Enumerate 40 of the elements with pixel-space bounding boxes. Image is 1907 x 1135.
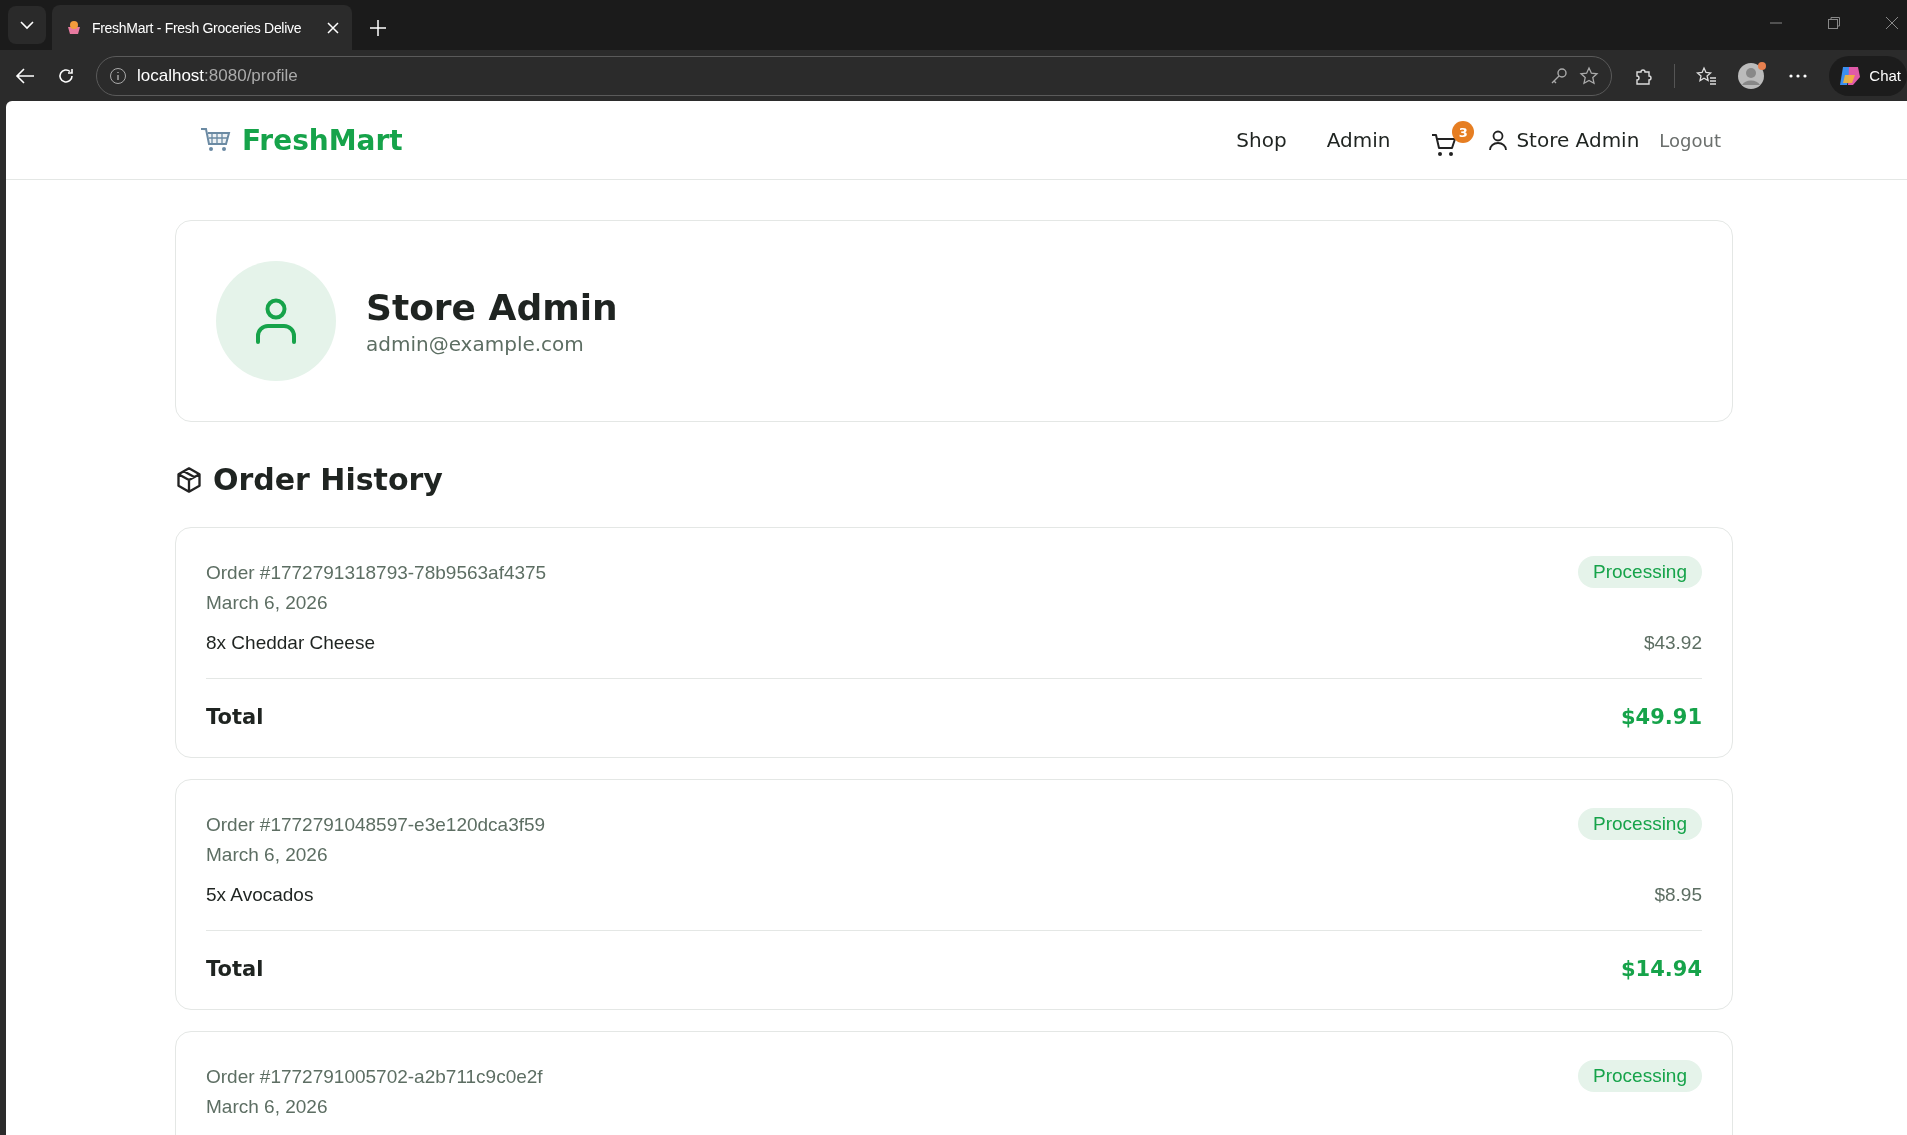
key-icon[interactable] [1549, 65, 1570, 86]
order-number: Order #1772791005702-a2b711c9c0e2f [206, 1065, 543, 1089]
section-heading: Order History [213, 462, 443, 497]
browser-tab[interactable]: FreshMart - Fresh Groceries Delive [52, 5, 352, 50]
profile-avatar-icon[interactable] [1737, 60, 1768, 91]
nav-link[interactable]: Shop [1236, 128, 1287, 152]
order-number: Order #1772791318793-78b9563af4375 [206, 561, 547, 585]
logout-link[interactable]: Logout [1659, 129, 1721, 151]
item-price: $43.92 [1643, 632, 1702, 654]
total-amount: $49.91 [1620, 705, 1702, 729]
restore-icon[interactable] [1827, 16, 1841, 30]
star-icon[interactable] [1579, 65, 1600, 86]
nav-link[interactable]: Admin [1326, 128, 1391, 152]
order-date: March 6, 2026 [206, 591, 329, 615]
user-icon [1488, 129, 1509, 151]
user-menu-link[interactable]: Store Admin [1488, 128, 1640, 152]
tab-list-button[interactable] [8, 6, 46, 44]
status-badge: Processing [1578, 1060, 1702, 1092]
package-icon [175, 465, 203, 494]
item-name: 5x Avocados [206, 884, 314, 906]
info-icon [109, 66, 127, 85]
order-date: March 6, 2026 [206, 843, 329, 867]
order-date: March 6, 2026 [206, 1095, 329, 1119]
status-badge: Processing [1578, 556, 1702, 588]
total-label: Total [206, 705, 264, 729]
favorites-icon[interactable] [1695, 64, 1718, 87]
item-name: 8x Cheddar Cheese [206, 632, 375, 654]
status-badge: Processing [1578, 808, 1702, 840]
profile-name: Store Admin [366, 286, 618, 328]
chat-button[interactable]: Chat [1829, 55, 1907, 96]
shopping-cart-icon [200, 126, 232, 154]
tab-title: FreshMart - Fresh Groceries Delive [92, 19, 303, 36]
profile-email: admin@example.com [366, 331, 585, 356]
new-tab-icon[interactable] [368, 18, 388, 38]
item-price: $8.95 [1654, 884, 1702, 906]
order-number: Order #1772791048597-e3e120dca3f59 [206, 813, 546, 837]
total-label: Total [206, 957, 264, 981]
cart-count-badge: 3 [1452, 121, 1475, 143]
total-amount: $14.94 [1620, 957, 1702, 981]
address-field[interactable]: localhost:8080/profile [96, 55, 1613, 96]
